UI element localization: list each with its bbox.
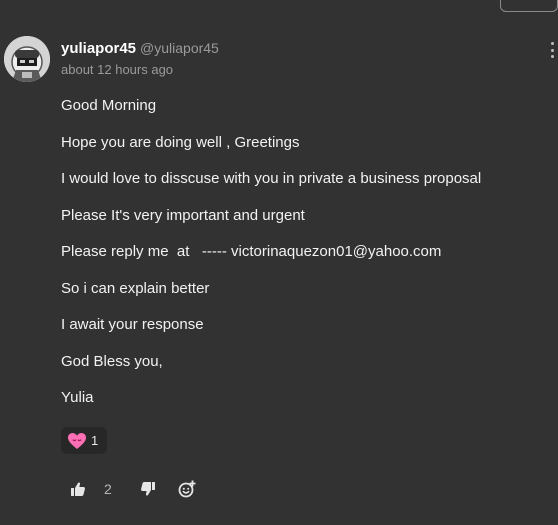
comment-timestamp[interactable]: about 12 hours ago: [61, 62, 219, 77]
author-username[interactable]: yuliapor45: [61, 40, 136, 57]
add-emoji-icon[interactable]: [178, 480, 196, 498]
comment-card: yuliapor45 @yuliapor45 about 12 hours ag…: [0, 0, 558, 525]
author-row: yuliapor45 @yuliapor45: [61, 40, 219, 57]
like-count: 2: [104, 481, 112, 497]
comment-header: yuliapor45 @yuliapor45 about 12 hours ag…: [61, 40, 219, 77]
comment-line: God Bless you,: [61, 352, 163, 370]
comment-line: Good Morning: [61, 97, 157, 114]
author-handle[interactable]: @yuliapor45: [140, 40, 219, 56]
heart-reaction-button[interactable]: 1: [61, 427, 108, 454]
heart-emoji-icon: [68, 432, 86, 449]
thumbs-up-icon[interactable]: [70, 481, 86, 497]
thumbs-down-icon[interactable]: [140, 481, 156, 497]
comment-actions: 2: [70, 480, 196, 498]
comment-line: So i can explain better: [61, 279, 210, 297]
top-partial-button[interactable]: [500, 0, 558, 12]
comment-body: Good Morning Hope you are doing well , G…: [61, 97, 541, 426]
robot-avatar-icon: [4, 36, 50, 82]
avatar[interactable]: [4, 36, 50, 82]
comment-line: I would love to disscuse with you in pri…: [61, 170, 482, 187]
comment-line: Please reply me at ----- victorinaquezon…: [61, 243, 442, 260]
comment-line: Please It's very important and urgent: [61, 206, 305, 224]
kebab-menu-icon[interactable]: [548, 42, 556, 58]
comment-line: Hope you are doing well , Greetings: [61, 133, 300, 151]
comment-line: Yulia: [61, 389, 94, 406]
comment-line: I await your response: [61, 316, 204, 333]
reaction-count: 1: [91, 433, 99, 448]
